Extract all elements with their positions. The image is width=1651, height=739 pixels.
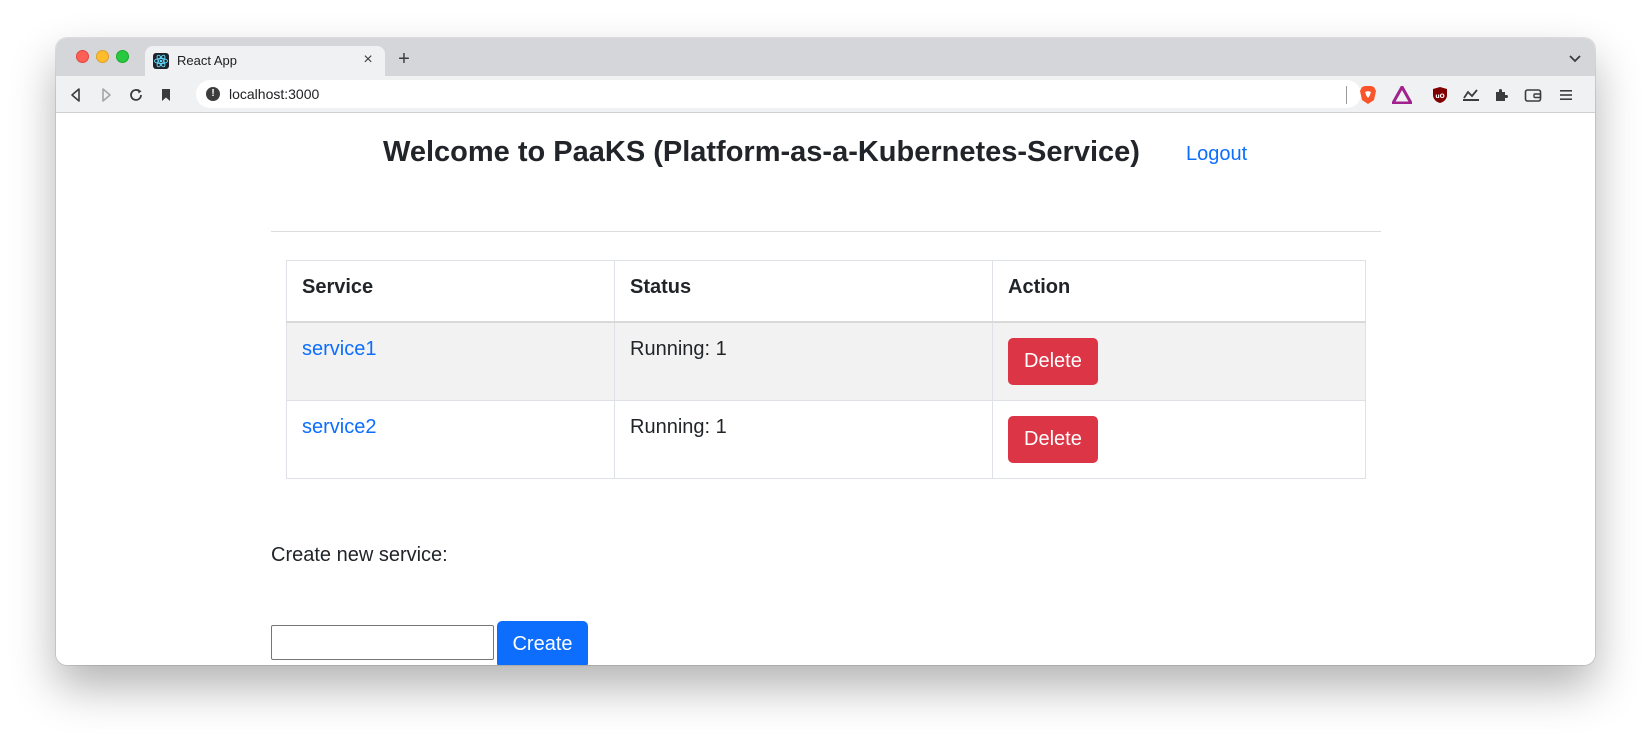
browser-toolbar: ! localhost:3000 uO [56, 76, 1595, 113]
delete-button[interactable]: Delete [1008, 337, 1098, 385]
service-cell: service2 [286, 399, 615, 479]
menu-icon[interactable] [1556, 85, 1576, 105]
services-table: Service Status Action service1 Running: … [286, 260, 1366, 479]
page-content: Welcome to PaaKS (Platform-as-a-Kubernet… [56, 113, 1595, 665]
brave-rewards-icon[interactable] [1392, 85, 1412, 105]
header-divider [271, 231, 1381, 232]
status-cell: Running: 1 [614, 321, 993, 401]
service-link[interactable]: service2 [302, 416, 376, 438]
page-title: Welcome to PaaKS (Platform-as-a-Kubernet… [383, 136, 1140, 168]
url-text[interactable]: localhost:3000 [229, 86, 319, 102]
logout-link[interactable]: Logout [1186, 143, 1247, 166]
bookmark-icon[interactable] [156, 85, 176, 105]
maximize-window-button[interactable] [116, 50, 129, 63]
new-service-name-input[interactable] [271, 625, 494, 660]
table-header-row: Service Status Action [286, 260, 1366, 322]
action-cell: Delete [992, 321, 1366, 401]
toolbar-divider [1346, 86, 1347, 104]
new-tab-button[interactable]: + [393, 48, 415, 70]
ublock-origin-icon[interactable]: uO [1430, 85, 1450, 105]
address-bar[interactable]: ! localhost:3000 [196, 80, 1361, 108]
service-cell: service1 [286, 321, 615, 401]
svg-text:uO: uO [1435, 93, 1444, 100]
browser-window: React App × + ! localhost:3000 uO Welcom… [56, 38, 1595, 665]
create-button[interactable]: Create [497, 621, 588, 665]
minimize-window-button[interactable] [96, 50, 109, 63]
wallet-icon[interactable] [1523, 85, 1543, 105]
service-link[interactable]: service1 [302, 338, 376, 360]
column-header-service: Service [286, 260, 615, 322]
brave-shields-icon[interactable] [1358, 85, 1378, 105]
action-cell: Delete [992, 399, 1366, 479]
back-icon[interactable] [66, 85, 86, 105]
site-info-icon[interactable]: ! [206, 87, 220, 101]
table-row: service1 Running: 1 Delete [286, 321, 1366, 401]
forward-icon[interactable] [96, 85, 116, 105]
extensions-puzzle-icon[interactable] [1491, 85, 1511, 105]
column-header-status: Status [614, 260, 993, 322]
delete-button[interactable]: Delete [1008, 415, 1098, 463]
create-service-label: Create new service: [271, 544, 448, 566]
tab-title: React App [177, 53, 237, 68]
close-window-button[interactable] [76, 50, 89, 63]
status-cell: Running: 1 [614, 399, 993, 479]
reload-icon[interactable] [126, 85, 146, 105]
tab-bar: React App × + [56, 38, 1595, 76]
close-tab-icon[interactable]: × [359, 51, 377, 69]
table-row: service2 Running: 1 Delete [286, 399, 1366, 479]
tab-list-chevron-icon[interactable] [1567, 50, 1583, 66]
extension-icon[interactable] [1461, 85, 1481, 105]
column-header-action: Action [992, 260, 1366, 322]
react-icon [153, 53, 169, 69]
tab-react-app[interactable]: React App × [145, 46, 385, 76]
